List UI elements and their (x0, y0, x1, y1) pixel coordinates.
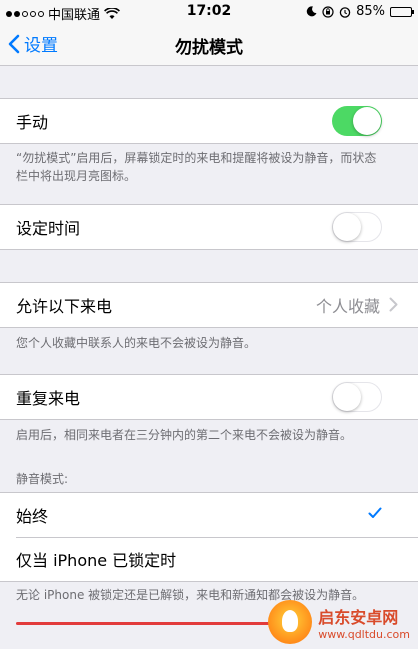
manual-toggle[interactable] (332, 106, 382, 136)
alarm-icon (339, 6, 351, 18)
repeated-calls-label: 重复来电 (16, 389, 81, 408)
allow-calls-row[interactable]: 允许以下来电 个人收藏 (0, 283, 418, 327)
toggle-knob (333, 383, 361, 411)
status-right: 85% (306, 4, 414, 19)
silence-group: 始终 仅当 iPhone 已锁定时 (0, 492, 418, 582)
scheduled-row: 设定时间 (0, 205, 418, 249)
scheduled-label: 设定时间 (16, 219, 81, 238)
battery-percent: 85% (356, 4, 385, 19)
watermark-name: 启东安卓网 (318, 607, 399, 627)
page-title: 勿扰模式 (175, 38, 243, 58)
watermark-logo-icon (268, 600, 313, 644)
watermark: 启东安卓网 www.qdltdu.com (268, 600, 410, 644)
repeated-calls-note: 启用后，相同来电者在三分钟内的第二个来电不会被设为静音。 (16, 428, 353, 442)
checkmark-icon (368, 507, 382, 518)
manual-group: 手动 (0, 98, 418, 144)
silence-option-label: 仅当 iPhone 已锁定时 (16, 551, 177, 570)
status-bar: 中国联通 17:02 85% (0, 0, 418, 24)
repeated-calls-toggle[interactable] (332, 382, 382, 412)
navigation-bar: 设置 勿扰模式 (0, 24, 418, 66)
manual-row: 手动 (0, 99, 418, 143)
manual-note: “勿扰模式”启用后，屏幕锁定时的来电和提醒将被设为静音，而状态栏中将出现月亮图标… (16, 151, 377, 183)
repeated-calls-row: 重复来电 (0, 375, 418, 419)
silence-option-locked[interactable]: 仅当 iPhone 已锁定时 (0, 537, 418, 581)
allow-calls-note: 您个人收藏中联系人的来电不会被设为静音。 (16, 336, 257, 350)
watermark-text: 启东安卓网 www.qdltdu.com (318, 604, 410, 641)
battery-icon (390, 6, 414, 17)
allow-calls-group: 允许以下来电 个人收藏 (0, 282, 418, 328)
watermark-url: www.qdltdu.com (318, 627, 410, 641)
silence-option-label: 始终 (16, 507, 49, 526)
moon-icon (306, 6, 317, 17)
silence-option-always[interactable]: 始终 (0, 493, 418, 537)
silence-header: 静音模式: (16, 472, 69, 486)
allow-calls-value: 个人收藏 (315, 297, 380, 316)
lock-rotation-icon (322, 5, 334, 18)
toggle-knob (353, 107, 381, 135)
toggle-knob (333, 213, 361, 241)
manual-label: 手动 (16, 113, 49, 132)
scheduled-toggle[interactable] (332, 212, 382, 242)
annotation-underline (16, 622, 296, 625)
chevron-right-icon (389, 297, 398, 312)
scheduled-group: 设定时间 (0, 204, 418, 250)
allow-calls-label: 允许以下来电 (16, 297, 113, 316)
repeated-calls-group: 重复来电 (0, 374, 418, 420)
